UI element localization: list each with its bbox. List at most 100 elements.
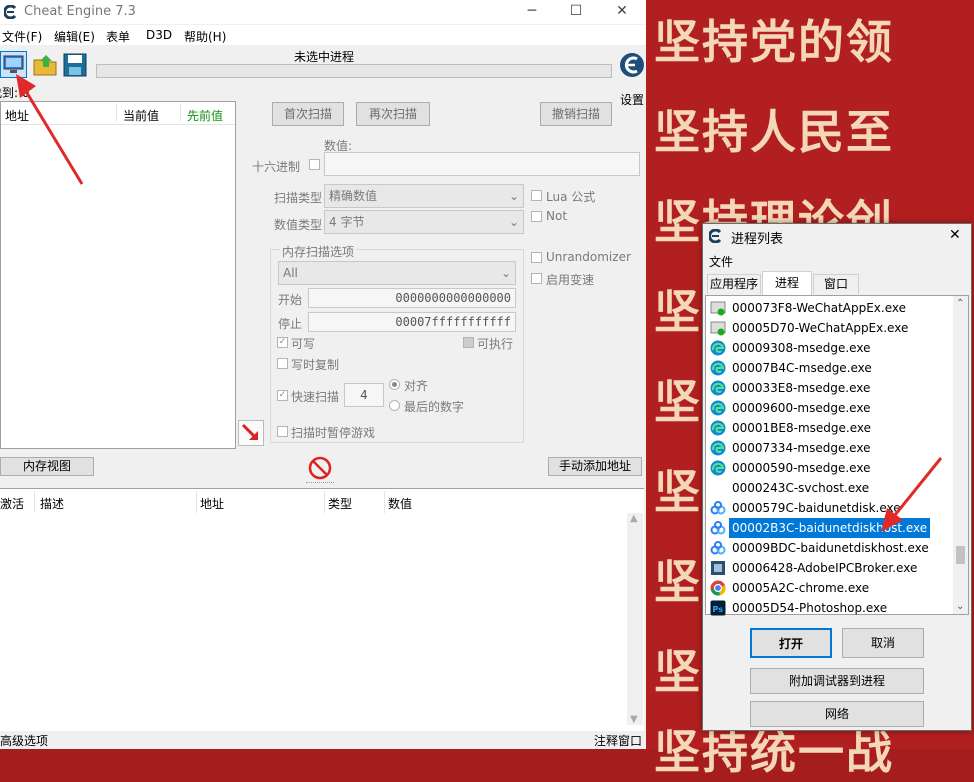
menu-d3d[interactable]: D3D	[146, 28, 172, 42]
slogan-text: 坚持党的领	[654, 15, 894, 69]
baidu-netdisk-icon	[710, 540, 726, 556]
process-row[interactable]: 00007B4C-msedge.exe	[708, 358, 948, 378]
col-value[interactable]: 数值	[388, 495, 412, 512]
process-row[interactable]: 00001BE8-msedge.exe	[708, 418, 948, 438]
pause-game-checkbox[interactable]	[277, 426, 288, 437]
last-digits-radio[interactable]	[389, 400, 400, 411]
process-name: 00005D54-Photoshop.exe	[732, 601, 888, 615]
maximize-button[interactable]: ☐	[566, 3, 586, 21]
edge-icon	[710, 420, 726, 436]
fast-scan-checkbox[interactable]: ✓	[277, 390, 288, 401]
tab-applications[interactable]: 应用程序	[707, 274, 761, 294]
process-row[interactable]: 00006428-AdobeIPCBroker.exe	[708, 558, 948, 578]
header-divider	[196, 491, 197, 513]
network-button[interactable]: 网络	[750, 701, 924, 727]
speedhack-label: 启用变速	[546, 273, 595, 287]
header-divider	[384, 491, 385, 513]
dialog-close-button[interactable]: ✕	[949, 227, 961, 243]
menu-edit[interactable]: 编辑(E)	[54, 28, 95, 45]
copy-on-write-label: 写时复制	[291, 358, 340, 372]
process-row[interactable]: 00005D70-WeChatAppEx.exe	[708, 318, 948, 338]
chevron-down-icon: ⌄	[500, 266, 511, 280]
process-name: 00007B4C-msedge.exe	[732, 361, 872, 375]
dialog-menu-file[interactable]: 文件	[709, 253, 733, 270]
executable-checkbox[interactable]	[463, 337, 474, 348]
value-type-select[interactable]: 4 字节 ⌄	[324, 210, 524, 234]
memory-region-select[interactable]: All ⌄	[278, 261, 516, 285]
process-row[interactable]: 000033E8-msedge.exe	[708, 378, 948, 398]
first-scan-button[interactable]: 首次扫描	[272, 102, 344, 126]
col-description[interactable]: 描述	[40, 495, 64, 512]
process-name: 00006428-AdobeIPCBroker.exe	[732, 561, 918, 575]
stop-address-input[interactable]: 00007fffffffffff	[308, 312, 516, 332]
process-name: 00005A2C-chrome.exe	[732, 581, 870, 595]
next-scan-button[interactable]: 再次扫描	[356, 102, 430, 126]
scroll-up-icon[interactable]: ⌃	[956, 298, 964, 309]
minimize-button[interactable]: ─	[522, 3, 542, 21]
scan-type-select[interactable]: 精确数值 ⌄	[324, 184, 524, 208]
dialog-title: 进程列表	[731, 232, 784, 247]
unrandomizer-checkbox[interactable]	[531, 252, 542, 263]
edge-icon	[710, 400, 726, 416]
process-row[interactable]: Ps 00005D54-Photoshop.exe	[708, 598, 948, 618]
value-input[interactable]	[324, 152, 640, 176]
col-table-address[interactable]: 地址	[200, 495, 224, 512]
tab-processes[interactable]: 进程	[762, 271, 812, 295]
process-row[interactable]: 00009308-msedge.exe	[708, 338, 948, 358]
menu-file[interactable]: 文件(F)	[2, 28, 42, 45]
process-name: 00000590-msedge.exe	[732, 461, 871, 475]
fast-scan-input[interactable]: 4	[344, 383, 384, 407]
splitter-handle[interactable]	[306, 482, 334, 486]
fast-scan-label: 快速扫描	[291, 390, 340, 404]
vertical-scrollbar[interactable]: ▲ ▼	[627, 513, 643, 725]
comments-window-link[interactable]: 注释窗口	[594, 732, 642, 749]
process-name: 00001BE8-msedge.exe	[732, 421, 871, 435]
cheat-engine-logo-icon	[4, 5, 17, 19]
undo-scan-button[interactable]: 撤销扫描	[540, 102, 612, 126]
scroll-down-icon[interactable]: ⌄	[956, 601, 964, 612]
menu-table[interactable]: 表单	[106, 28, 130, 45]
close-button[interactable]: ✕	[612, 3, 632, 21]
menu-help[interactable]: 帮助(H)	[184, 28, 226, 45]
process-row[interactable]: 00009600-msedge.exe	[708, 398, 948, 418]
menu-bar	[0, 25, 646, 45]
cheat-engine-window: Cheat Engine 7.3 ─ ☐ ✕ 文件(F) 编辑(E) 表单 D3…	[0, 0, 646, 749]
attach-debugger-button[interactable]: 附加调试器到进程	[750, 668, 924, 694]
col-previous-value[interactable]: 先前值	[187, 107, 223, 124]
memory-scan-options-label: 内存扫描选项	[280, 243, 357, 260]
add-to-list-button[interactable]	[238, 420, 264, 446]
scroll-thumb[interactable]	[956, 546, 965, 564]
col-current-value[interactable]: 当前值	[123, 107, 159, 124]
process-list-scrollbar[interactable]: ⌃ ⌄	[953, 296, 968, 614]
align-radio[interactable]	[389, 379, 400, 390]
add-address-manually-button[interactable]: 手动添加地址	[548, 457, 642, 476]
address-table[interactable]: 激活 描述 地址 类型 数值 ▲ ▼	[0, 488, 644, 731]
annotation-arrow-icon	[881, 457, 943, 532]
process-row[interactable]: 000073F8-WeChatAppEx.exe	[708, 298, 948, 318]
memory-view-button[interactable]: 内存视图	[0, 457, 94, 476]
process-row[interactable]: 00009BDC-baidunetdiskhost.exe	[708, 538, 948, 558]
advanced-options-link[interactable]: 高级选项	[0, 732, 48, 749]
process-name: 00009600-msedge.exe	[732, 401, 871, 415]
settings-label[interactable]: 设置	[620, 91, 644, 108]
tab-windows[interactable]: 窗口	[813, 274, 859, 294]
copy-on-write-checkbox[interactable]	[277, 358, 288, 369]
speedhack-checkbox[interactable]	[531, 273, 542, 284]
cancel-button[interactable]: 取消	[842, 628, 924, 658]
col-type[interactable]: 类型	[328, 495, 352, 512]
stop-icon[interactable]	[307, 455, 333, 481]
hex-checkbox[interactable]	[309, 159, 320, 170]
col-active[interactable]: 激活	[0, 495, 24, 512]
cheat-engine-settings-icon[interactable]	[618, 48, 646, 88]
lua-formula-checkbox[interactable]	[531, 190, 542, 201]
process-name: 00009BDC-baidunetdiskhost.exe	[732, 541, 929, 555]
edge-icon	[710, 360, 726, 376]
writable-checkbox[interactable]: ✓	[277, 337, 288, 348]
process-row[interactable]: 00005A2C-chrome.exe	[708, 578, 948, 598]
open-button[interactable]: 打开	[750, 628, 832, 658]
scroll-up-icon[interactable]: ▲	[630, 513, 638, 524]
not-label: Not	[546, 209, 568, 223]
scroll-down-icon[interactable]: ▼	[630, 714, 638, 725]
start-address-input[interactable]: 0000000000000000	[308, 288, 516, 308]
not-checkbox[interactable]	[531, 211, 542, 222]
